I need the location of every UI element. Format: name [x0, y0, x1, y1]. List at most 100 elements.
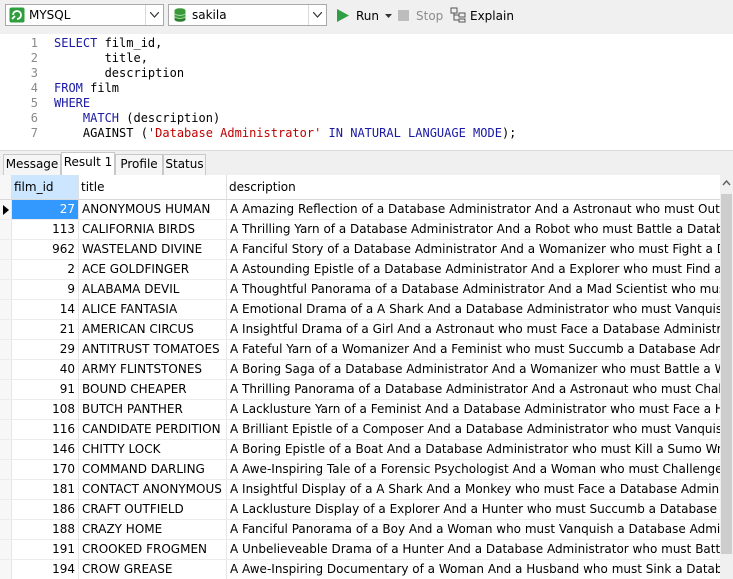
cell-description[interactable]: A Unbelieveable Drama of a Hunter And a … — [227, 540, 720, 559]
cell-description[interactable]: A Thrilling Panorama of a Database Admin… — [227, 380, 720, 399]
cell-film-id[interactable]: 40 — [12, 360, 79, 379]
cell-film-id[interactable]: 9 — [12, 280, 79, 299]
cell-description[interactable]: A Boring Saga of a Database Administrato… — [227, 360, 720, 379]
stop-button[interactable]: Stop — [398, 6, 444, 26]
table-row[interactable]: 108 BUTCH PANTHER A Lacklusture Yarn of a … — [0, 400, 720, 420]
cell-description[interactable]: A Insightful Drama of a Girl And a Astro… — [227, 320, 720, 339]
column-header-description[interactable]: description — [227, 175, 720, 199]
cell-description[interactable]: A Awe-Inspiring Documentary of a Woman A… — [227, 560, 720, 579]
cell-title[interactable]: CRAZY HOME — [79, 520, 227, 539]
cell-title[interactable]: ACE GOLDFINGER — [79, 260, 227, 279]
cell-film-id[interactable]: 186 — [12, 500, 79, 519]
cell-title[interactable]: CROW GREASE — [79, 560, 227, 579]
scrollbar-thumb[interactable] — [721, 194, 732, 554]
cell-description[interactable]: A Awe-Inspiring Tale of a Forensic Psych… — [227, 460, 720, 479]
result-grid[interactable]: film_id title description 27 ANONYMOUS HU… — [0, 175, 720, 579]
cell-title[interactable]: WASTELAND DIVINE — [79, 240, 227, 259]
row-indicator[interactable] — [0, 280, 12, 299]
cell-description[interactable]: A Brilliant Epistle of a Composer And a … — [227, 420, 720, 439]
cell-title[interactable]: CANDIDATE PERDITION — [79, 420, 227, 439]
cell-film-id[interactable]: 91 — [12, 380, 79, 399]
cell-title[interactable]: ALICE FANTASIA — [79, 300, 227, 319]
column-header-title[interactable]: title — [79, 175, 227, 199]
cell-description[interactable]: A Amazing Reflection of a Database Admin… — [227, 200, 720, 219]
cell-title[interactable]: BOUND CHEAPER — [79, 380, 227, 399]
row-indicator[interactable] — [0, 500, 12, 519]
row-indicator[interactable] — [0, 400, 12, 419]
cell-description[interactable]: A Lacklusture Yarn of a Feminist And a D… — [227, 400, 720, 419]
table-row[interactable]: 146 CHITTY LOCK A Boring Epistle of a Boat… — [0, 440, 720, 460]
cell-film-id[interactable]: 194 — [12, 560, 79, 579]
row-indicator[interactable] — [0, 240, 12, 259]
table-row[interactable]: 188 CRAZY HOME A Fanciful Panorama of a Bo… — [0, 520, 720, 540]
row-indicator[interactable] — [0, 440, 12, 459]
cell-description[interactable]: A Fanciful Panorama of a Boy And a Woman… — [227, 520, 720, 539]
table-row[interactable]: 181 CONTACT ANONYMOUS A Insightful Display… — [0, 480, 720, 500]
table-row[interactable]: 116 CANDIDATE PERDITION A Brilliant Epistl… — [0, 420, 720, 440]
row-indicator[interactable] — [0, 260, 12, 279]
table-row[interactable]: 14 ALICE FANTASIA A Emotional Drama of a A… — [0, 300, 720, 320]
run-dropdown-icon[interactable] — [385, 14, 392, 18]
connection-select[interactable]: MYSQL — [5, 4, 164, 26]
cell-film-id[interactable]: 21 — [12, 320, 79, 339]
cell-film-id[interactable]: 29 — [12, 340, 79, 359]
cell-film-id[interactable]: 188 — [12, 520, 79, 539]
tab-message[interactable]: Message — [3, 154, 61, 175]
row-indicator[interactable] — [0, 560, 12, 579]
cell-title[interactable]: ANONYMOUS HUMAN — [79, 200, 227, 219]
table-row[interactable]: 91 BOUND CHEAPER A Thrilling Panorama of a… — [0, 380, 720, 400]
cell-description[interactable]: A Fanciful Story of a Database Administr… — [227, 240, 720, 259]
tab-profile[interactable]: Profile — [115, 154, 163, 175]
row-indicator[interactable] — [0, 540, 12, 559]
row-indicator[interactable] — [0, 200, 12, 219]
row-indicator[interactable] — [0, 480, 12, 499]
tab-result-1[interactable]: Result 1 — [61, 152, 115, 176]
sql-editor[interactable]: 1 SELECT film_id, 2 title, 3 description 4 FR… — [0, 34, 733, 150]
table-row[interactable]: 962 WASTELAND DIVINE A Fanciful Story of a… — [0, 240, 720, 260]
row-indicator[interactable] — [0, 520, 12, 539]
row-indicator[interactable] — [0, 420, 12, 439]
row-indicator[interactable] — [0, 220, 12, 239]
cell-title[interactable]: CONTACT ANONYMOUS — [79, 480, 227, 499]
cell-title[interactable]: CROOKED FROGMEN — [79, 540, 227, 559]
table-row[interactable]: 113 CALIFORNIA BIRDS A Thrilling Yarn of a… — [0, 220, 720, 240]
table-row[interactable]: 2 ACE GOLDFINGER A Astounding Epistle of a… — [0, 260, 720, 280]
cell-description[interactable]: A Astounding Epistle of a Database Admin… — [227, 260, 720, 279]
run-button[interactable]: Run — [337, 6, 393, 26]
table-row[interactable]: 186 CRAFT OUTFIELD A Lacklusture Display o… — [0, 500, 720, 520]
cell-film-id[interactable]: 181 — [12, 480, 79, 499]
row-indicator[interactable] — [0, 300, 12, 319]
cell-title[interactable]: COMMAND DARLING — [79, 460, 227, 479]
table-row[interactable]: 40 ARMY FLINTSTONES A Boring Saga of a Dat… — [0, 360, 720, 380]
cell-title[interactable]: CALIFORNIA BIRDS — [79, 220, 227, 239]
cell-film-id[interactable]: 2 — [12, 260, 79, 279]
vertical-scrollbar[interactable] — [720, 175, 733, 579]
cell-film-id[interactable]: 962 — [12, 240, 79, 259]
cell-description[interactable]: A Fateful Yarn of a Womanizer And a Femi… — [227, 340, 720, 359]
cell-title[interactable]: CHITTY LOCK — [79, 440, 227, 459]
cell-film-id[interactable]: 170 — [12, 460, 79, 479]
database-select[interactable]: sakila — [168, 4, 327, 26]
cell-film-id[interactable]: 191 — [12, 540, 79, 559]
cell-film-id[interactable]: 27 — [12, 200, 79, 219]
cell-description[interactable]: A Thrilling Yarn of a Database Administr… — [227, 220, 720, 239]
cell-title[interactable]: ALABAMA DEVIL — [79, 280, 227, 299]
cell-title[interactable]: ANTITRUST TOMATOES — [79, 340, 227, 359]
table-row[interactable]: 9 ALABAMA DEVIL A Thoughtful Panorama of a… — [0, 280, 720, 300]
row-indicator[interactable] — [0, 320, 12, 339]
table-row[interactable]: 27 ANONYMOUS HUMAN A Amazing Reflection of… — [0, 200, 720, 220]
cell-film-id[interactable]: 146 — [12, 440, 79, 459]
cell-film-id[interactable]: 113 — [12, 220, 79, 239]
cell-film-id[interactable]: 108 — [12, 400, 79, 419]
table-row[interactable]: 29 ANTITRUST TOMATOES A Fateful Yarn of a … — [0, 340, 720, 360]
cell-description[interactable]: A Insightful Display of a A Shark And a … — [227, 480, 720, 499]
cell-description[interactable]: A Lacklusture Display of a Explorer And … — [227, 500, 720, 519]
cell-film-id[interactable]: 14 — [12, 300, 79, 319]
chevron-down-icon[interactable] — [308, 5, 326, 25]
cell-description[interactable]: A Emotional Drama of a A Shark And a Dat… — [227, 300, 720, 319]
row-indicator[interactable] — [0, 380, 12, 399]
row-indicator[interactable] — [0, 340, 12, 359]
cell-title[interactable]: CRAFT OUTFIELD — [79, 500, 227, 519]
table-row[interactable]: 194 CROW GREASE A Awe-Inspiring Documentar… — [0, 560, 720, 579]
cell-title[interactable]: BUTCH PANTHER — [79, 400, 227, 419]
